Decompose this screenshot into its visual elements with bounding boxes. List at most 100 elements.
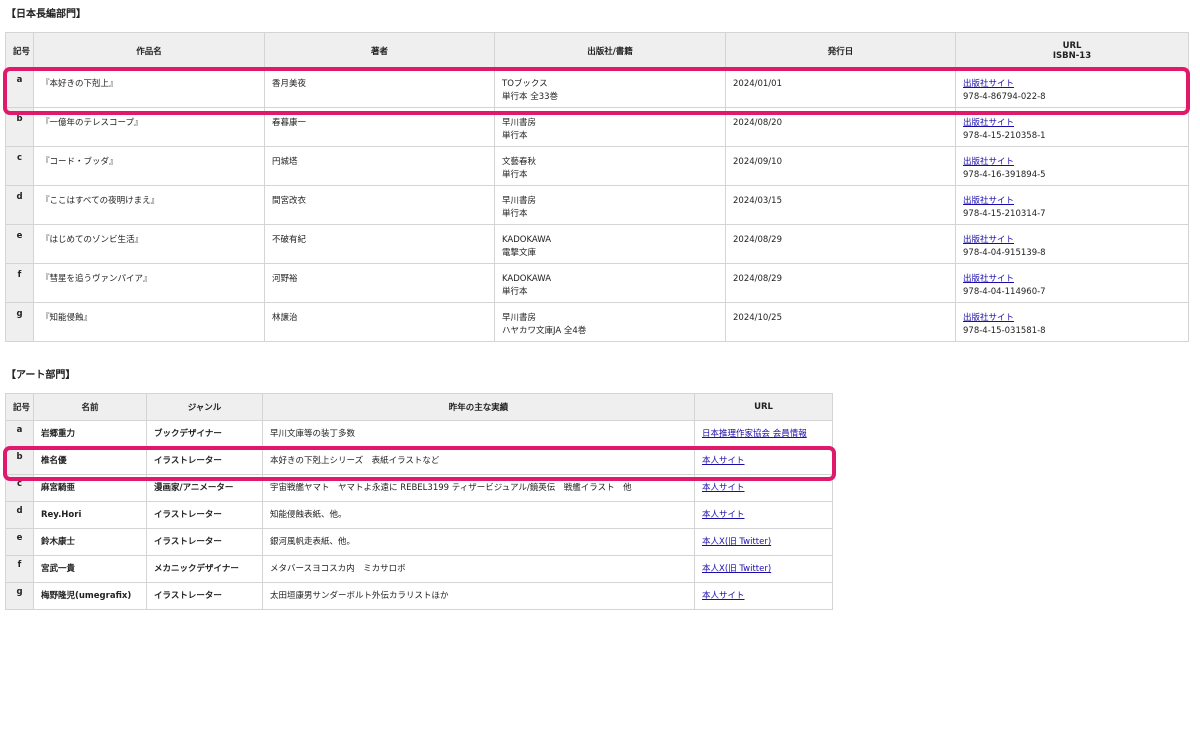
- author: 河野裕: [264, 263, 495, 303]
- achievements: 本好きの下剋上シリーズ 表紙イラストなど: [262, 447, 695, 475]
- publisher-name: KADOKAWA: [502, 235, 552, 245]
- publisher-site-link[interactable]: 出版社サイト: [963, 274, 1014, 284]
- artist-link[interactable]: 本人サイト: [702, 456, 745, 466]
- table-row: c 麻宮騎亜 漫画家/アニメーター 宇宙戦艦ヤマト ヤマトよ永遠に REBEL3…: [5, 474, 833, 502]
- achievements: 早川文庫等の装丁多数: [262, 420, 695, 448]
- artist-genre: メカニックデザイナー: [146, 555, 263, 583]
- artist-link[interactable]: 本人サイト: [702, 483, 745, 493]
- url-cell: 出版社サイト 978-4-04-915139-8: [955, 224, 1189, 264]
- publisher-name: KADOKAWA: [502, 274, 552, 284]
- author: 不破有紀: [264, 224, 495, 264]
- publisher-name: 早川書房: [502, 313, 537, 323]
- isbn: 978-4-15-210314-7: [963, 209, 1046, 219]
- row-code: d: [5, 185, 34, 225]
- url-cell: 出版社サイト 978-4-04-114960-7: [955, 263, 1189, 303]
- url-cell: 出版社サイト 978-4-15-210314-7: [955, 185, 1189, 225]
- work-title: 『はじめてのゾンビ生活』: [33, 224, 265, 264]
- header-url: URL: [694, 393, 833, 421]
- art-table: 記号 名前 ジャンル 昨年の主な実績 URL a 岩郷重力 ブックデザイナー 早…: [5, 393, 833, 610]
- author: 春暮康一: [264, 107, 495, 147]
- header-achievements: 昨年の主な実績: [262, 393, 695, 421]
- header-publisher: 出版社/書籍: [494, 32, 726, 69]
- row-code: b: [5, 447, 34, 475]
- work-title: 『彗星を追うヴァンパイア』: [33, 263, 265, 303]
- work-title: 『本好きの下剋上』: [33, 68, 265, 108]
- publish-date: 2024/08/29: [725, 224, 956, 264]
- achievements: 宇宙戦艦ヤマト ヤマトよ永遠に REBEL3199 ティザービジュアル/鏡英伝 …: [262, 474, 695, 502]
- book-format: 単行本: [502, 287, 528, 297]
- url-cell: 本人サイト: [694, 501, 833, 529]
- publisher: 文藝春秋 単行本: [494, 146, 726, 186]
- work-title: 『コード・ブッダ』: [33, 146, 265, 186]
- table-row: b 椎名優 イラストレーター 本好きの下剋上シリーズ 表紙イラストなど 本人サイ…: [5, 447, 833, 475]
- publish-date: 2024/08/20: [725, 107, 956, 147]
- table-row: d Rey.Hori イラストレーター 知能侵蝕表紙、他。 本人サイト: [5, 501, 833, 529]
- row-code: a: [5, 420, 34, 448]
- table-row: e 『はじめてのゾンビ生活』 不破有紀 KADOKAWA 電撃文庫 2024/08…: [5, 224, 1189, 264]
- publisher-name: 早川書房: [502, 118, 537, 128]
- publisher: 早川書房ハヤカワ文庫JA 全4巻: [494, 302, 726, 342]
- artist-link[interactable]: 本人X(旧 Twitter): [702, 564, 771, 574]
- book-format: ハヤカワ文庫JA 全4巻: [502, 326, 587, 336]
- row-code: g: [5, 582, 34, 610]
- row-code: g: [5, 302, 34, 342]
- table-row: b 『一億年のテレスコープ』 春暮康一 早川書房 単行本 2024/08/20 出…: [5, 107, 1189, 147]
- publisher-name: 文藝春秋: [502, 157, 537, 167]
- achievements: 銀河風帆走表紙、他。: [262, 528, 695, 556]
- artist-link[interactable]: 日本推理作家協会 会員情報: [702, 429, 807, 439]
- artist-genre: イラストレーター: [146, 582, 263, 610]
- header-isbn-label: ISBN-13: [1052, 50, 1092, 61]
- url-cell: 出版社サイト 978-4-15-210358-1: [955, 107, 1189, 147]
- artist-genre: 漫画家/アニメーター: [146, 474, 263, 502]
- url-cell: 本人サイト: [694, 582, 833, 610]
- isbn: 978-4-16-391894-5: [963, 170, 1046, 180]
- row-code: a: [5, 68, 34, 108]
- publish-date: 2024/10/25: [725, 302, 956, 342]
- table-row: e 鈴木康士 イラストレーター 銀河風帆走表紙、他。 本人X(旧 Twitter…: [5, 528, 833, 556]
- row-code: d: [5, 501, 34, 529]
- table-row: g 梅野隆児(umegrafix) イラストレーター 太田垣康男サンダーボルト外…: [5, 582, 833, 610]
- publish-date: 2024/09/10: [725, 146, 956, 186]
- book-format: 単行本: [502, 209, 528, 219]
- publisher-site-link[interactable]: 出版社サイト: [963, 79, 1014, 89]
- publisher: KADOKAWA 単行本: [494, 263, 726, 303]
- publish-date: 2024/01/01: [725, 68, 956, 108]
- isbn: 978-4-04-114960-7: [963, 287, 1046, 297]
- table-row: d 『ここはすべての夜明けまえ』 間宮改衣 早川書房 単行本 2024/03/15…: [5, 185, 1189, 225]
- header-date: 発行日: [725, 32, 956, 69]
- row-code: e: [5, 528, 34, 556]
- publisher-site-link[interactable]: 出版社サイト: [963, 118, 1014, 128]
- header-author: 著者: [264, 32, 495, 69]
- header-code: 記号: [5, 32, 34, 69]
- row-code: f: [5, 555, 34, 583]
- publisher-site-link[interactable]: 出版社サイト: [963, 157, 1014, 167]
- isbn: 978-4-15-210358-1: [963, 131, 1046, 141]
- url-cell: 本人X(旧 Twitter): [694, 555, 833, 583]
- book-format: 単行本: [502, 170, 528, 180]
- table-row: f 宮武一貴 メカニックデザイナー メタバースヨコスカ内 ミカサロボ 本人X(旧…: [5, 555, 833, 583]
- table-row: f 『彗星を追うヴァンパイア』 河野裕 KADOKAWA 単行本 2024/08/…: [5, 263, 1189, 303]
- artist-link[interactable]: 本人X(旧 Twitter): [702, 537, 771, 547]
- work-title: 『ここはすべての夜明けまえ』: [33, 185, 265, 225]
- publish-date: 2024/03/15: [725, 185, 956, 225]
- artist-name: 梅野隆児(umegrafix): [33, 582, 147, 610]
- book-format: 電撃文庫: [502, 248, 537, 258]
- publisher: 早川書房 単行本: [494, 107, 726, 147]
- url-cell: 出版社サイト 978-4-16-391894-5: [955, 146, 1189, 186]
- book-format: 単行本: [502, 131, 528, 141]
- header-url-label: URL: [1062, 40, 1082, 51]
- author: 林譲治: [264, 302, 495, 342]
- header-url: URL ISBN-13: [955, 32, 1189, 69]
- row-code: c: [5, 146, 34, 186]
- artist-link[interactable]: 本人サイト: [702, 510, 745, 520]
- work-title: 『知能侵蝕』: [33, 302, 265, 342]
- row-code: e: [5, 224, 34, 264]
- artist-name: 鈴木康士: [33, 528, 147, 556]
- url-cell: 日本推理作家協会 会員情報: [694, 420, 833, 448]
- artist-link[interactable]: 本人サイト: [702, 591, 745, 601]
- table-row: a 『本好きの下剋上』 香月美夜 TOブックス 単行本 全33巻 2024/01/…: [5, 68, 1189, 108]
- publisher-site-link[interactable]: 出版社サイト: [963, 196, 1014, 206]
- novel-table-header: 記号 作品名 著者 出版社/書籍 発行日 URL ISBN-13: [5, 32, 1189, 69]
- publisher-site-link[interactable]: 出版社サイト: [963, 313, 1014, 323]
- publisher-site-link[interactable]: 出版社サイト: [963, 235, 1014, 245]
